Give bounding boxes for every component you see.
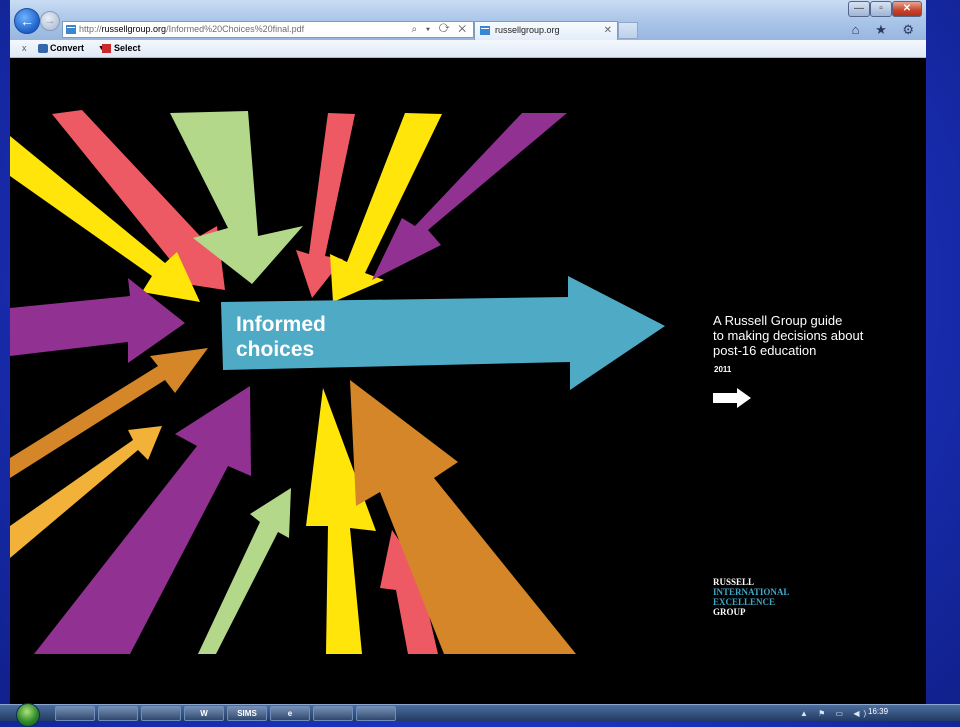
tab-page-icon xyxy=(480,26,490,35)
system-tray-icons[interactable]: ▲ ⚑ ▭ ◀) xyxy=(800,709,870,718)
page-icon xyxy=(66,25,76,34)
taskbar-media-button[interactable] xyxy=(98,706,138,721)
address-tools[interactable]: ⌕ ▾ ⟳ ✕ xyxy=(412,22,469,37)
url-host: russellgroup.org xyxy=(101,24,167,34)
taskbar: W SIMS e ▲ ⚑ ▭ ◀) 16:39 xyxy=(0,703,960,727)
maximize-button[interactable]: ▫ xyxy=(870,1,892,17)
new-tab-button[interactable] xyxy=(618,22,638,39)
command-bar: x Convert ▼ Select xyxy=(10,40,926,58)
green-arrow-bottom xyxy=(198,488,291,654)
cover-year: 2011 xyxy=(714,365,732,374)
tagline-line: A Russell Group guide xyxy=(713,313,843,328)
convert-button[interactable]: Convert xyxy=(38,40,84,57)
taskbar-explorer-button[interactable] xyxy=(55,706,95,721)
logo-line: RUSSELL xyxy=(713,577,755,587)
close-window-button[interactable]: ✕ xyxy=(892,1,922,17)
cover-tagline: A Russell Group guide to making decision… xyxy=(713,313,913,358)
address-bar[interactable]: http://russellgroup.org/Informed%20Choic… xyxy=(62,21,474,38)
taskbar-sims-button[interactable]: SIMS xyxy=(227,706,267,721)
russell-group-logo: RUSSELL INTERNATIONAL EXCELLENCE GROUP xyxy=(713,577,789,617)
cover-title-line2: choices xyxy=(236,338,314,361)
close-toolbar-icon[interactable]: x xyxy=(22,40,27,57)
url-path: /Informed%20Choices%20final.pdf xyxy=(166,24,305,34)
logo-line: INTERNATIONAL xyxy=(713,587,790,597)
taskbar-word-button[interactable]: W xyxy=(184,706,224,721)
logo-line: EXCELLENCE xyxy=(713,597,776,607)
tab-russellgroup[interactable]: russellgroup.org ✕ xyxy=(474,21,618,40)
back-button[interactable]: ← xyxy=(14,8,40,34)
minimize-button[interactable]: — xyxy=(848,1,870,17)
taskbar-powerpoint-button[interactable] xyxy=(356,706,396,721)
forward-button[interactable]: → xyxy=(40,11,60,31)
taskbar-clock[interactable]: 16:39 xyxy=(868,707,888,716)
tab-label: russellgroup.org xyxy=(495,25,560,35)
logo-line: GROUP xyxy=(713,607,746,617)
start-button[interactable] xyxy=(16,703,40,727)
tagline-line: post-16 education xyxy=(713,343,817,358)
small-arrow-icon xyxy=(713,388,751,408)
tab-close-icon[interactable]: ✕ xyxy=(604,22,612,39)
forward-arrow-icon: → xyxy=(44,15,56,27)
browser-window: ← → http://russellgroup.org/Informed%20C… xyxy=(10,0,926,704)
select-button[interactable]: Select xyxy=(102,40,141,57)
orange-arrow-bottom-right xyxy=(350,380,576,654)
url-prefix: http:// xyxy=(79,24,102,34)
back-arrow-icon: ← xyxy=(20,13,34,29)
taskbar-folder-button[interactable] xyxy=(141,706,181,721)
cover-title-line1: Informed xyxy=(236,313,326,336)
taskbar-ie-button[interactable]: e xyxy=(270,706,310,721)
browser-toolbar: ← → http://russellgroup.org/Informed%20C… xyxy=(10,0,926,41)
pdf-viewer: Informed choices A Russell Group guide t… xyxy=(10,58,926,704)
tagline-line: to making decisions about xyxy=(713,328,864,343)
home-favorites-tools-icons[interactable]: ⌂ ★ ⚙ xyxy=(852,22,920,38)
taskbar-outlook-button[interactable] xyxy=(313,706,353,721)
